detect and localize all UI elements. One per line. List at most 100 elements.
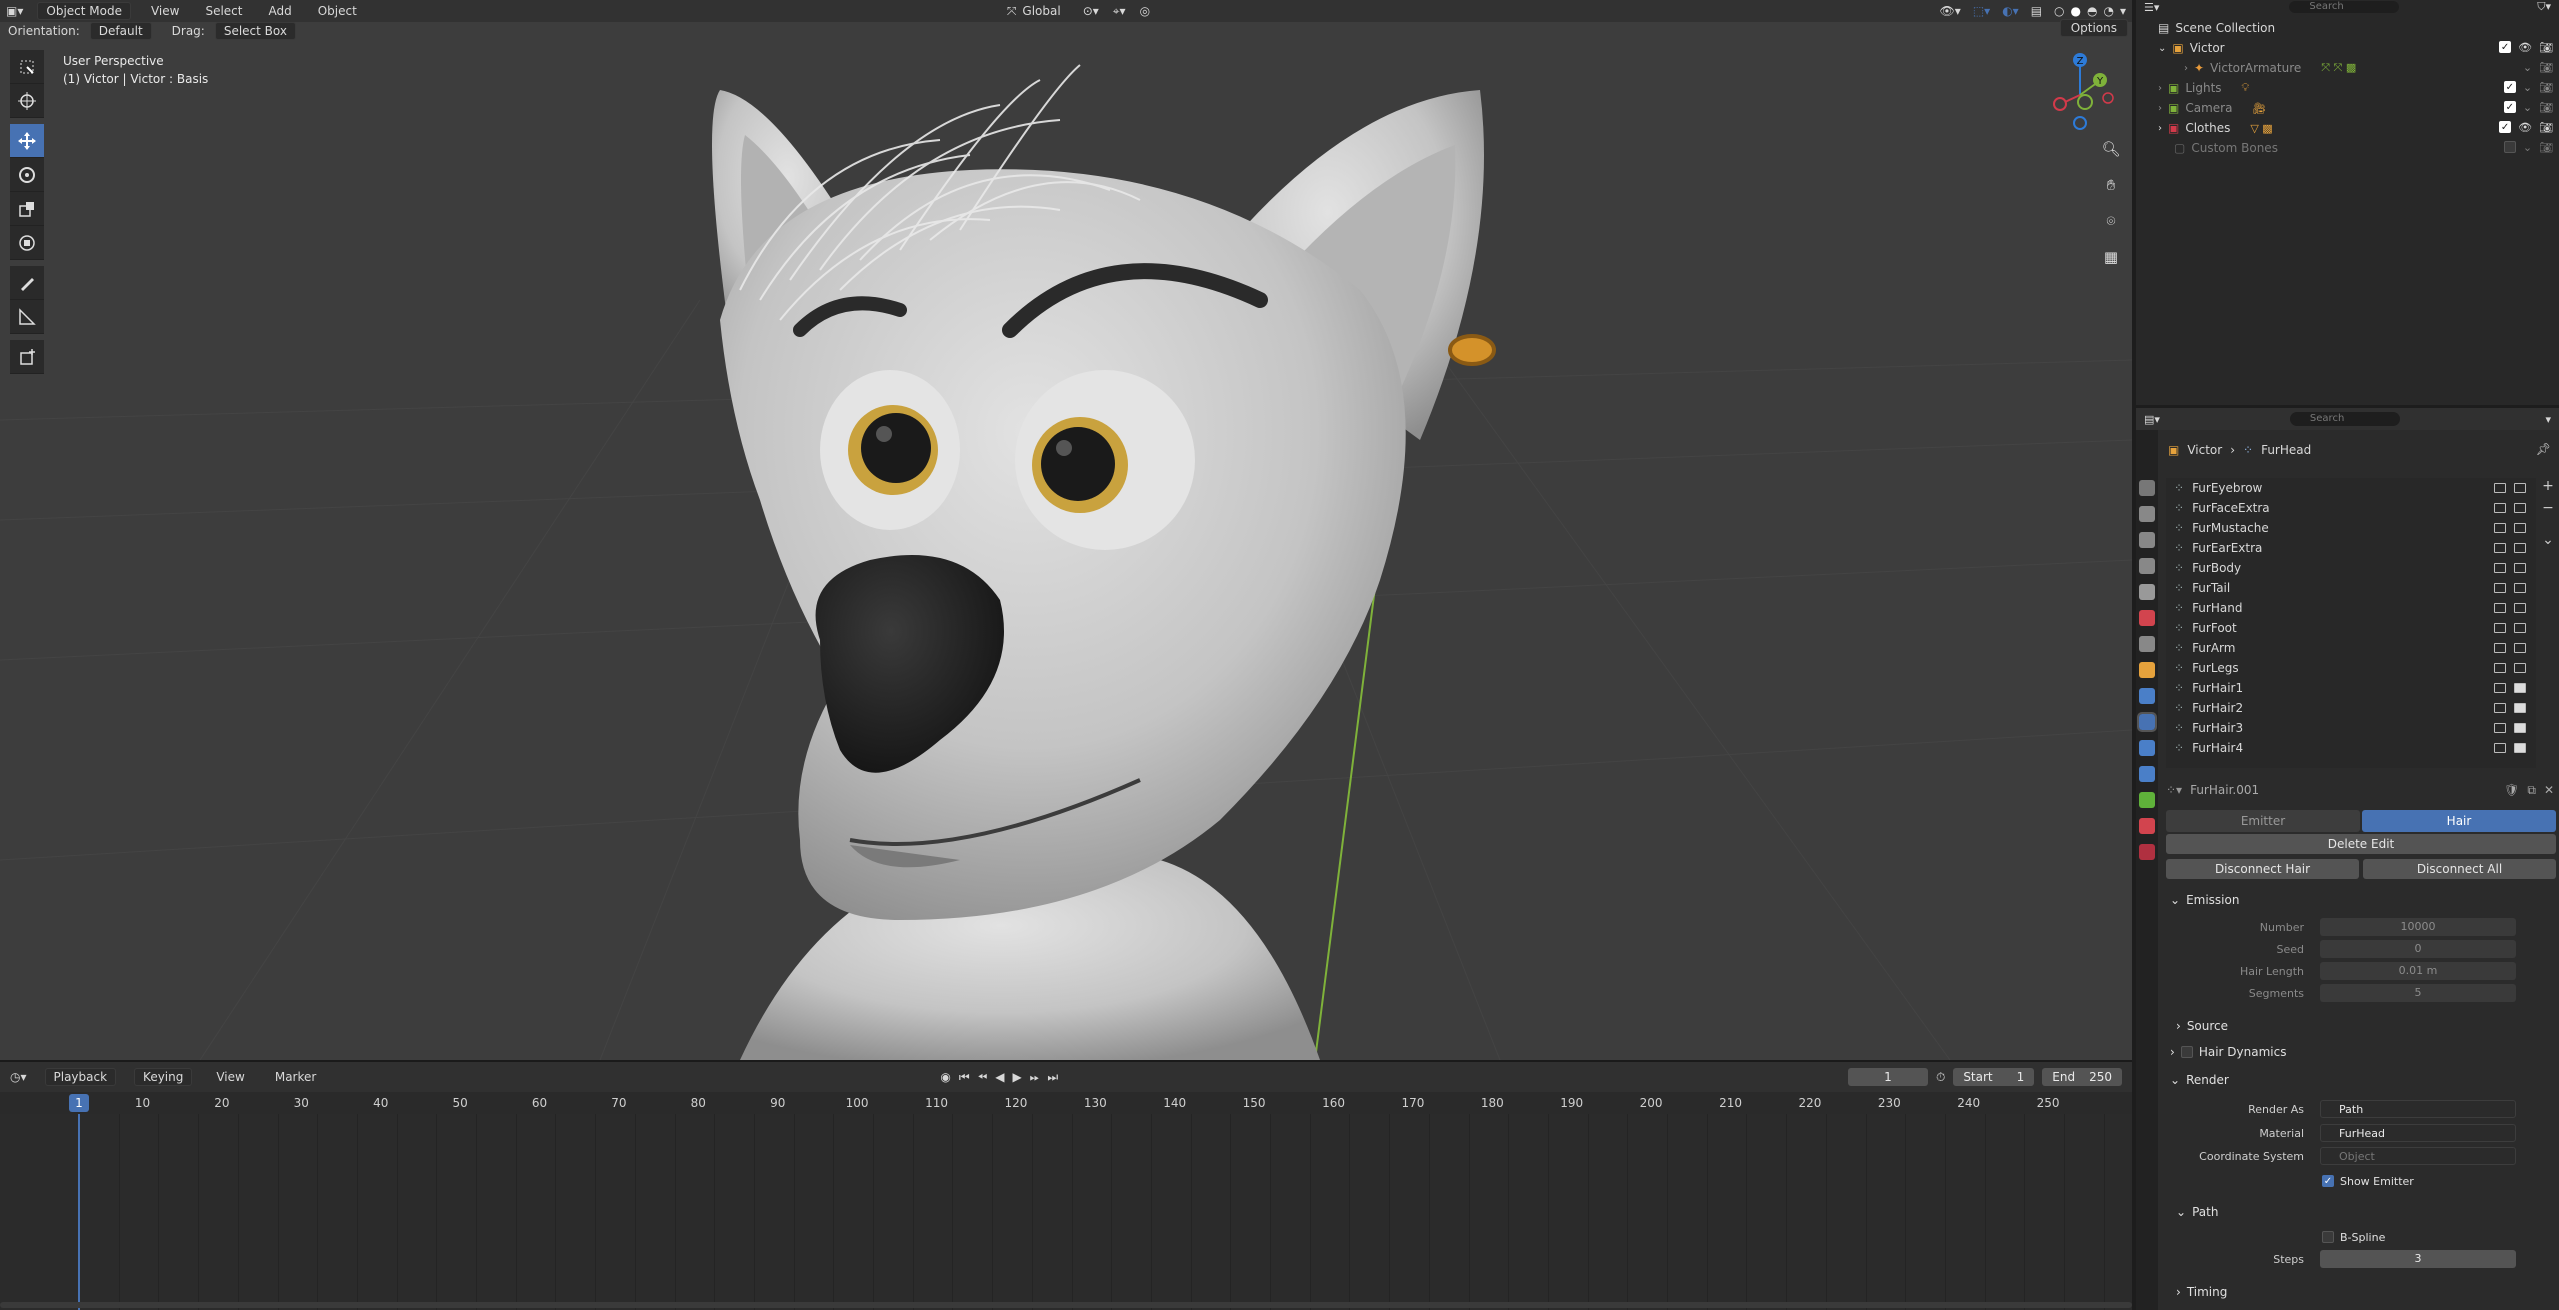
gizmo-neg-x-icon[interactable]: [2053, 97, 2067, 111]
hair-length-field[interactable]: Hair Length 0.01 m: [2166, 962, 2556, 982]
fake-user-icon[interactable]: 🛡︎: [2504, 783, 2519, 797]
properties-options-icon[interactable]: ▾: [2545, 413, 2551, 426]
transform-tool-icon[interactable]: [10, 226, 44, 260]
particle-system-item[interactable]: ⁘ FurHair4: [2166, 738, 2536, 758]
add-cube-tool-icon[interactable]: [10, 340, 44, 374]
scene-tab-icon[interactable]: [2139, 584, 2155, 600]
constraints-tab-icon[interactable]: [2139, 766, 2155, 782]
render-camera-icon[interactable]: [2514, 483, 2526, 493]
annotate-tool-icon[interactable]: [10, 266, 44, 300]
bspline-checkbox[interactable]: B-Spline: [2166, 1228, 2556, 1248]
ortho-grid-icon[interactable]: ▦: [2097, 243, 2125, 271]
render-camera-icon[interactable]: [2514, 723, 2526, 733]
menu-view[interactable]: View: [145, 2, 185, 20]
viewport-display-icon[interactable]: [2494, 683, 2506, 693]
disconnect-all-button[interactable]: Disconnect All: [2363, 859, 2556, 879]
expand-icon[interactable]: ›: [2184, 63, 2188, 74]
frame-ruler[interactable]: 1 10 20 30 40 50 60 70 80 90 100 110 120 130 140 150 16…: [0, 1092, 2132, 1114]
world-tab-icon[interactable]: [2139, 610, 2155, 626]
render-camera-icon[interactable]: [2514, 503, 2526, 513]
outliner-row-lights[interactable]: › ▣ Lights 💡︎ ✓ ⌄ 📷︎: [2136, 78, 2559, 98]
particle-system-item[interactable]: ⁘ FurArm: [2166, 638, 2536, 658]
next-keyframe-icon[interactable]: ⏩︎: [1030, 1070, 1040, 1085]
mode-dropdown[interactable]: Object Mode: [37, 2, 131, 20]
shading-material-icon[interactable]: ◓: [2087, 4, 2097, 18]
menu-select[interactable]: Select: [199, 2, 248, 20]
playhead-frame-indicator[interactable]: 1: [69, 1094, 89, 1112]
zoom-icon[interactable]: 🔍︎: [2097, 135, 2125, 163]
properties-type-icon[interactable]: ▤▾: [2144, 413, 2160, 426]
filter-icon[interactable]: ⛉▾: [2537, 0, 2551, 14]
timeline-editor[interactable]: ◷▾ Playback Keying View Marker ◉ ⏮ ⏪︎ ◀ …: [0, 1060, 2185, 1310]
outliner-editor[interactable]: ☰▾ Search ⛉▾ ▤ Scene Collection ⌄ ▣ Vict…: [2136, 0, 2559, 405]
particle-system-item[interactable]: ⁘ FurHair3: [2166, 718, 2536, 738]
modifier-tab-icon[interactable]: [2139, 688, 2155, 704]
viewport-display-icon[interactable]: [2494, 703, 2506, 713]
menu-object[interactable]: Object: [312, 2, 363, 20]
particle-system-item[interactable]: ⁘ FurHand: [2166, 598, 2536, 618]
source-panel-header[interactable]: › Source: [2176, 1014, 2559, 1038]
viewport-display-icon[interactable]: [2494, 563, 2506, 573]
timeline-editor-type-icon[interactable]: ◷▾: [10, 1070, 27, 1084]
shading-options-icon[interactable]: ▾: [2120, 4, 2126, 18]
select-box-tool-icon[interactable]: [10, 50, 44, 84]
eye-icon[interactable]: ⌄: [2523, 101, 2532, 114]
current-frame-field[interactable]: 1: [1847, 1068, 1928, 1086]
timing-panel-header[interactable]: › Timing: [2176, 1280, 2559, 1304]
view-layer-tab-icon[interactable]: [2139, 558, 2155, 574]
timeline-view-menu[interactable]: View: [210, 1068, 250, 1086]
emission-panel-header[interactable]: ⌄ Emission: [2166, 888, 2556, 912]
cursor-tool-icon[interactable]: [10, 84, 44, 118]
object-tab-icon[interactable]: [2139, 662, 2155, 678]
expand-icon[interactable]: ›: [2158, 83, 2162, 94]
exclude-checkbox[interactable]: ✓: [2499, 41, 2512, 53]
remove-icon[interactable]: −: [2542, 500, 2554, 516]
viewport-display-icon[interactable]: [2494, 723, 2506, 733]
camera-icon[interactable]: 📷︎: [2539, 61, 2553, 74]
render-camera-icon[interactable]: [2514, 543, 2526, 553]
options-button[interactable]: Options: [2059, 19, 2128, 37]
proportional-edit-icon[interactable]: ◎: [1140, 4, 1150, 18]
material-dropdown[interactable]: Material FurHead: [2166, 1124, 2556, 1144]
viewport-display-icon[interactable]: [2494, 483, 2506, 493]
shading-wireframe-icon[interactable]: ○: [2054, 4, 2064, 18]
path-panel-header[interactable]: ⌄ Path: [2176, 1200, 2559, 1224]
eye-icon[interactable]: ⌄: [2523, 61, 2532, 74]
camera-icon[interactable]: 📷︎: [2539, 121, 2553, 134]
segments-field[interactable]: Segments 5: [2166, 984, 2556, 1004]
pan-hand-icon[interactable]: ✋︎: [2097, 171, 2125, 199]
shading-solid-icon[interactable]: ●: [2071, 4, 2081, 18]
texture-tab-icon[interactable]: [2139, 844, 2155, 860]
viewport-display-icon[interactable]: [2494, 663, 2506, 673]
outliner-type-icon[interactable]: ☰▾: [2144, 1, 2159, 14]
measure-tool-icon[interactable]: [10, 300, 44, 334]
render-camera-icon[interactable]: [2514, 523, 2526, 533]
playhead-line[interactable]: [78, 1114, 80, 1310]
render-camera-icon[interactable]: [2514, 603, 2526, 613]
marker-menu[interactable]: Marker: [269, 1068, 322, 1086]
exclude-checkbox[interactable]: ✓: [2503, 81, 2516, 93]
overlay-toggle-icon[interactable]: ◐▾: [2002, 4, 2019, 18]
bspline-check[interactable]: [2322, 1231, 2334, 1243]
outliner-row-clothes[interactable]: › ▣ Clothes ▽ ▩ ✓ 👁 📷︎: [2136, 118, 2559, 138]
data-tab-icon[interactable]: [2139, 792, 2155, 808]
particles-tab-icon[interactable]: [2137, 712, 2157, 732]
transform-orientation-dropdown[interactable]: Global: [1022, 4, 1060, 18]
viewport-display-icon[interactable]: [2494, 503, 2506, 513]
outliner-search-field[interactable]: Search: [2289, 1, 2400, 13]
camera-icon[interactable]: 📷︎: [2539, 81, 2553, 94]
show-emitter-check[interactable]: ✓: [2322, 1175, 2334, 1187]
hair-dynamics-checkbox[interactable]: [2180, 1046, 2193, 1058]
viewport-display-icon[interactable]: [2494, 743, 2506, 753]
eye-icon[interactable]: 👁: [2518, 121, 2532, 134]
3d-viewport[interactable]: ▣▾ Object Mode View Select Add Object ⤧ …: [0, 0, 2132, 1060]
render-camera-icon[interactable]: [2514, 703, 2526, 713]
render-camera-icon[interactable]: [2514, 563, 2526, 573]
material-tab-icon[interactable]: [2139, 818, 2155, 834]
editor-type-icon[interactable]: ▣▾: [6, 4, 23, 18]
gizmo-toggle-icon[interactable]: ⬚▾: [1973, 4, 1990, 18]
particle-system-list[interactable]: ⁘ FurEyebrow ⁘ FurFaceExtra ⁘ FurMustache ⁘ Fur…: [2166, 478, 2536, 768]
steps-field[interactable]: Steps 3: [2166, 1250, 2556, 1270]
viewport-display-icon[interactable]: [2494, 583, 2506, 593]
orientation-dropdown[interactable]: Default: [89, 22, 152, 40]
